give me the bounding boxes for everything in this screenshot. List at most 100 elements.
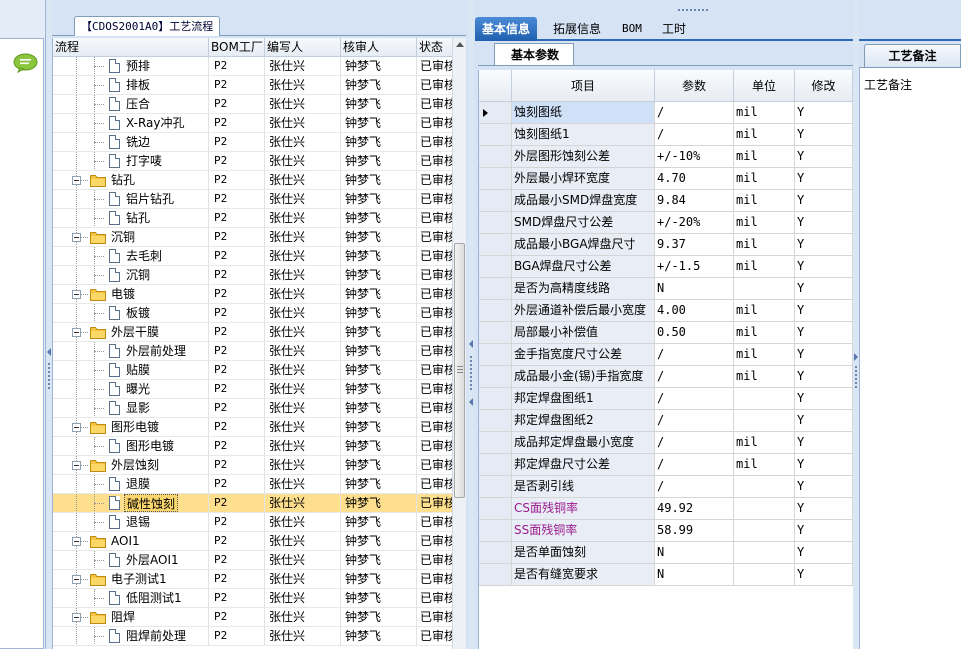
param-row[interactable]: 外层通道补偿后最小宽度 4.00 mil Y [479, 300, 853, 322]
process-row[interactable]: 压合 P2 张仕兴 钟梦飞 已审核 [53, 95, 453, 114]
process-flow-cell[interactable]: 打字唛 [53, 152, 209, 171]
row-indicator[interactable] [479, 212, 512, 234]
tab-basic-info[interactable]: 基本信息 [475, 17, 538, 41]
tree-collapse-icon[interactable] [72, 233, 81, 242]
tree-collapse-icon[interactable] [72, 537, 81, 546]
process-flow-cell[interactable]: 曝光 [53, 380, 209, 399]
row-indicator[interactable] [479, 102, 512, 124]
process-flow-cell[interactable]: 去毛刺 [53, 247, 209, 266]
param-value-cell[interactable]: 9.37 [655, 234, 734, 256]
process-flow-cell[interactable]: 板镀 [53, 304, 209, 323]
param-value-cell[interactable]: / [655, 102, 734, 124]
process-flow-cell[interactable]: 压合 [53, 95, 209, 114]
col-header-bom[interactable]: BOM工厂 [209, 38, 265, 57]
collapse-arrow-icon[interactable] [854, 353, 858, 361]
tab-process-remarks[interactable]: 工艺备注 [864, 44, 961, 67]
process-row[interactable]: 排板 P2 张仕兴 钟梦飞 已审核 [53, 76, 453, 95]
row-indicator[interactable] [479, 432, 512, 454]
tree-collapse-icon[interactable] [72, 461, 81, 470]
param-value-cell[interactable]: 9.84 [655, 190, 734, 212]
collapse-arrow-icon[interactable] [47, 348, 51, 356]
process-row[interactable]: 图形电镀 P2 张仕兴 钟梦飞 已审核 [53, 418, 453, 437]
tree-collapse-icon[interactable] [72, 613, 81, 622]
middle-splitter[interactable] [468, 0, 474, 649]
process-row[interactable]: 低阻测试1 P2 张仕兴 钟梦飞 已审核 [53, 589, 453, 608]
row-indicator[interactable] [479, 168, 512, 190]
param-value-cell[interactable]: / [655, 454, 734, 476]
process-row[interactable]: 曝光 P2 张仕兴 钟梦飞 已审核 [53, 380, 453, 399]
process-row[interactable]: 电镀 P2 张仕兴 钟梦飞 已审核 [53, 285, 453, 304]
process-flow-cell[interactable]: 低阻测试1 [53, 589, 209, 608]
col-header-unit[interactable]: 单位 [734, 70, 795, 102]
param-row[interactable]: 邦定焊盘图纸1/ Y [479, 388, 853, 410]
process-flow-cell[interactable]: 退膜 [53, 475, 209, 494]
param-row[interactable]: 局部最小补偿值 0.50 mil Y [479, 322, 853, 344]
process-flow-cell[interactable]: 外层蚀刻 [53, 456, 209, 475]
param-row[interactable]: 外层图形蚀刻公差 +/-10% mil Y [479, 146, 853, 168]
process-tree-grid[interactable]: 流程 BOM工厂 编写人 核审人 状态 预排 P2 张仕兴 钟梦飞 已审核 排板 P2 张仕兴… [52, 38, 466, 649]
col-header-reviewer[interactable]: 核审人 [341, 38, 417, 57]
param-value-cell[interactable]: +/-10% [655, 146, 734, 168]
process-row[interactable]: 预排 P2 张仕兴 钟梦飞 已审核 [53, 57, 453, 76]
process-flow-cell[interactable]: 外层前处理 [53, 342, 209, 361]
param-value-cell[interactable]: / [655, 366, 734, 388]
tree-collapse-icon[interactable] [72, 423, 81, 432]
tree-collapse-icon[interactable] [72, 575, 81, 584]
process-row[interactable]: 沉铜 P2 张仕兴 钟梦飞 已审核 [53, 228, 453, 247]
col-header-author[interactable]: 编写人 [265, 38, 341, 57]
row-indicator[interactable] [479, 146, 512, 168]
row-indicator[interactable] [479, 454, 512, 476]
row-indicator[interactable] [479, 322, 512, 344]
row-indicator[interactable] [479, 476, 512, 498]
process-row[interactable]: 外层蚀刻 P2 张仕兴 钟梦飞 已审核 [53, 456, 453, 475]
param-row[interactable]: CS面残铜率 49.92 Y [479, 498, 853, 520]
row-indicator[interactable] [479, 564, 512, 586]
param-value-cell[interactable]: 4.00 [655, 300, 734, 322]
param-row[interactable]: 成品最小SMD焊盘宽度 9.84 mil Y [479, 190, 853, 212]
process-row[interactable]: 阻焊前处理 P2 张仕兴 钟梦飞 已审核 [53, 627, 453, 646]
row-indicator[interactable] [479, 410, 512, 432]
process-flow-cell[interactable]: 外层AOI1 [53, 551, 209, 570]
chat-bubble-icon[interactable] [13, 53, 38, 73]
process-flow-cell[interactable]: 外层干膜 [53, 323, 209, 342]
process-row[interactable]: 碱性蚀刻 P2 张仕兴 钟梦飞 已审核 [53, 494, 453, 513]
process-row[interactable]: 钻孔 P2 张仕兴 钟梦飞 已审核 [53, 209, 453, 228]
process-flow-cell[interactable]: 显影 [53, 399, 209, 418]
param-row[interactable]: SMD焊盘尺寸公差 +/-20% mil Y [479, 212, 853, 234]
row-indicator[interactable] [479, 520, 512, 542]
process-flow-cell[interactable]: 图形电镀 [53, 437, 209, 456]
param-value-cell[interactable]: 4.70 [655, 168, 734, 190]
col-header-modify[interactable]: 修改 [795, 70, 853, 102]
process-flow-cell[interactable]: 图形电镀 [53, 418, 209, 437]
process-row[interactable]: 外层干膜 P2 张仕兴 钟梦飞 已审核 [53, 323, 453, 342]
param-value-cell[interactable]: 58.99 [655, 520, 734, 542]
param-row[interactable]: BGA焊盘尺寸公差 +/-1.5 mil Y [479, 256, 853, 278]
process-flow-cell[interactable]: 铣边 [53, 133, 209, 152]
process-row[interactable]: 板镀 P2 张仕兴 钟梦飞 已审核 [53, 304, 453, 323]
col-header-flow[interactable]: 流程 [53, 38, 209, 57]
param-row[interactable]: 成品邦定焊盘最小宽度 / mil Y [479, 432, 853, 454]
process-row[interactable]: 铣边 P2 张仕兴 钟梦飞 已审核 [53, 133, 453, 152]
process-row[interactable]: 贴膜 P2 张仕兴 钟梦飞 已审核 [53, 361, 453, 380]
param-row[interactable]: 邦定焊盘图纸2/ Y [479, 410, 853, 432]
params-grid[interactable]: 项目 参数 单位 修改 蚀刻图纸 / mil Y 蚀刻图纸1/mil Y 外层图形蚀刻公差 +… [478, 70, 853, 649]
process-row[interactable]: 退膜 P2 张仕兴 钟梦飞 已审核 [53, 475, 453, 494]
col-header-status[interactable]: 状态 [417, 38, 453, 57]
process-flow-cell[interactable]: 预排 [53, 57, 209, 76]
subtab-basic-params[interactable]: 基本参数 [494, 43, 575, 65]
process-flow-cell[interactable]: 钻孔 [53, 171, 209, 190]
process-row[interactable]: AOI1 P2 张仕兴 钟梦飞 已审核 [53, 532, 453, 551]
param-value-cell[interactable]: / [655, 432, 734, 454]
process-flow-cell[interactable]: 电子测试1 [53, 570, 209, 589]
col-header-item[interactable]: 项目 [512, 70, 655, 102]
process-scrollbar[interactable] [452, 38, 466, 649]
param-row[interactable]: 金手指宽度尺寸公差 / mil Y [479, 344, 853, 366]
param-row[interactable]: 是否为高精度线路 N Y [479, 278, 853, 300]
col-header-value[interactable]: 参数 [655, 70, 734, 102]
process-row[interactable]: 外层前处理 P2 张仕兴 钟梦飞 已审核 [53, 342, 453, 361]
process-row[interactable]: 沉铜 P2 张仕兴 钟梦飞 已审核 [53, 266, 453, 285]
scroll-up-icon[interactable] [456, 42, 464, 47]
param-value-cell[interactable]: / [655, 410, 734, 432]
row-indicator[interactable] [479, 190, 512, 212]
process-row[interactable]: 阻焊 P2 张仕兴 钟梦飞 已审核 [53, 608, 453, 627]
